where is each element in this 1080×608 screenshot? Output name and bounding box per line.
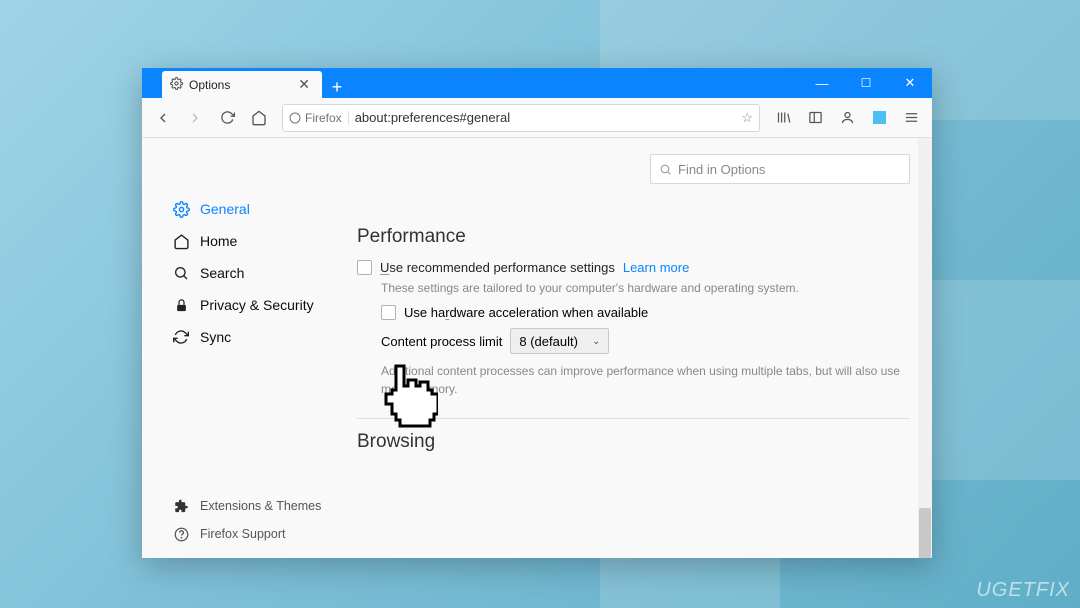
window-close-button[interactable] bbox=[888, 68, 932, 98]
firefox-context-label: Firefox bbox=[289, 111, 349, 125]
sidebar-item-home[interactable]: Home bbox=[142, 225, 347, 257]
menu-button[interactable] bbox=[896, 103, 926, 133]
nav-toolbar: Firefox about:preferences#general ☆ bbox=[142, 98, 932, 138]
home-icon bbox=[172, 232, 190, 250]
gear-icon bbox=[170, 77, 183, 93]
content-process-label: Content process limit bbox=[381, 334, 502, 349]
sidebar-label: Home bbox=[200, 233, 237, 249]
tailored-text: These settings are tailored to your comp… bbox=[381, 281, 910, 295]
scrollbar-thumb[interactable] bbox=[919, 508, 931, 558]
divider bbox=[357, 418, 910, 419]
content-area: General Home Search Privacy & Security bbox=[142, 138, 932, 558]
window-minimize-button[interactable] bbox=[800, 68, 844, 98]
sidebar-item-extensions[interactable]: Extensions & Themes bbox=[142, 492, 347, 520]
address-bar[interactable]: Firefox about:preferences#general ☆ bbox=[282, 104, 760, 132]
lock-icon bbox=[172, 296, 190, 314]
preferences-main: Find in Options Performance Use recommen… bbox=[347, 138, 932, 558]
hardware-accel-label: Use hardware acceleration when available bbox=[404, 305, 648, 320]
learn-more-link[interactable]: Learn more bbox=[623, 260, 689, 275]
sync-icon bbox=[172, 328, 190, 346]
sidebar-label: Firefox Support bbox=[200, 527, 285, 541]
url-text: about:preferences#general bbox=[355, 110, 742, 125]
hardware-accel-row: Use hardware acceleration when available bbox=[381, 305, 910, 320]
sidebar-item-general[interactable]: General bbox=[142, 193, 347, 225]
preferences-sidebar: General Home Search Privacy & Security bbox=[142, 138, 347, 558]
process-desc: Additional content processes can improve… bbox=[381, 362, 910, 398]
sidebar-label: General bbox=[200, 201, 250, 217]
account-button[interactable] bbox=[832, 103, 862, 133]
select-value: 8 (default) bbox=[519, 334, 578, 349]
tab-close-icon[interactable]: ✕ bbox=[294, 76, 314, 93]
search-icon bbox=[659, 163, 672, 176]
forward-button[interactable] bbox=[180, 103, 210, 133]
watermark: UGETFIX bbox=[976, 579, 1070, 602]
hardware-accel-checkbox[interactable] bbox=[381, 305, 396, 320]
scrollbar-track[interactable] bbox=[918, 138, 932, 558]
search-icon bbox=[172, 264, 190, 282]
sidebar-label: Search bbox=[200, 265, 244, 281]
firefox-window: Options ✕ + Firefox about:preferen bbox=[142, 68, 932, 558]
content-process-select[interactable]: 8 (default) ⌄ bbox=[510, 328, 609, 354]
home-button[interactable] bbox=[244, 103, 274, 133]
browsing-heading: Browsing bbox=[357, 431, 910, 453]
back-button[interactable] bbox=[148, 103, 178, 133]
sidebar-item-support[interactable]: Firefox Support bbox=[142, 520, 347, 548]
sidebar-label: Extensions & Themes bbox=[200, 499, 321, 513]
help-icon bbox=[172, 525, 190, 543]
sidebar-label: Sync bbox=[200, 329, 231, 345]
content-process-row: Content process limit 8 (default) ⌄ bbox=[381, 328, 910, 354]
chevron-down-icon: ⌄ bbox=[592, 336, 600, 347]
tab-options[interactable]: Options ✕ bbox=[162, 71, 322, 98]
performance-heading: Performance bbox=[357, 226, 910, 248]
use-recommended-label: Use recommended performance settings bbox=[380, 260, 615, 275]
use-recommended-checkbox[interactable] bbox=[357, 260, 372, 275]
sidebar-item-privacy[interactable]: Privacy & Security bbox=[142, 289, 347, 321]
reload-button[interactable] bbox=[212, 103, 242, 133]
tab-title: Options bbox=[189, 78, 230, 92]
sidebar-label: Privacy & Security bbox=[200, 297, 314, 313]
library-button[interactable] bbox=[768, 103, 798, 133]
use-recommended-row: Use recommended performance settings Lea… bbox=[357, 260, 910, 275]
gear-icon bbox=[172, 200, 190, 218]
sidebar-toggle-button[interactable] bbox=[800, 103, 830, 133]
new-tab-button[interactable]: + bbox=[322, 77, 352, 98]
sidebar-item-sync[interactable]: Sync bbox=[142, 321, 347, 353]
puzzle-icon bbox=[172, 497, 190, 515]
window-maximize-button[interactable] bbox=[844, 68, 888, 98]
extension-icon[interactable] bbox=[864, 103, 894, 133]
sidebar-item-search[interactable]: Search bbox=[142, 257, 347, 289]
titlebar: Options ✕ + bbox=[142, 68, 932, 98]
find-in-options-input[interactable]: Find in Options bbox=[650, 154, 910, 184]
bookmark-star-icon[interactable]: ☆ bbox=[741, 110, 753, 126]
search-placeholder: Find in Options bbox=[678, 162, 765, 177]
